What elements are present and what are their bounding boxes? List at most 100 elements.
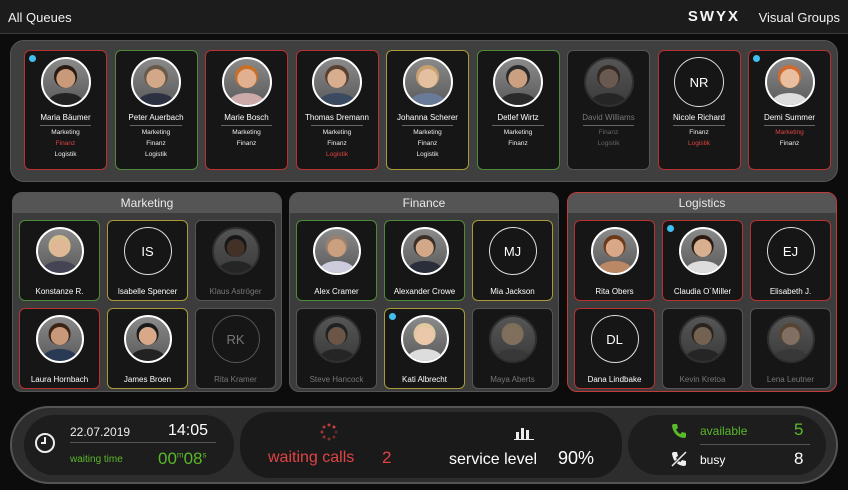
- spinner-icon: [320, 423, 338, 441]
- agent-name: Maya Aberts: [490, 375, 535, 384]
- agent-name: Dana Lindbake: [587, 375, 642, 384]
- phone-icon: [672, 424, 686, 438]
- divider: [311, 125, 363, 126]
- agent-card-kati-albrecht[interactable]: Kati Albrecht: [384, 308, 465, 389]
- agent-name: Nicole Richard: [672, 113, 726, 122]
- avatar-photo: [35, 227, 84, 275]
- agent-card-maria-baumer[interactable]: Maria Bäumer Marketing Finanz Logistik: [24, 50, 107, 170]
- agent-card-alexander-crowe[interactable]: Alexander Crowe: [384, 220, 465, 301]
- agent-card-lena-leutner[interactable]: Lena Leutner: [750, 308, 831, 389]
- agent-name: Konstanze R.: [35, 287, 84, 296]
- agent-card-demi-summer[interactable]: Demi Summer Marketing Finanz: [748, 50, 831, 170]
- divider: [220, 125, 273, 126]
- skill-label: Finanz: [689, 129, 709, 136]
- avatar-photo: [488, 315, 537, 363]
- skill-label: Marketing: [413, 129, 442, 136]
- agent-card-claudia-omiller[interactable]: Claudia O´Miller: [662, 220, 743, 301]
- available-label: available: [700, 424, 748, 438]
- skill-label: Logistik: [687, 140, 711, 147]
- service-level-value: 90%: [558, 448, 595, 468]
- status-bar: 22.07.2019 14:05 waiting time 00m08s wai…: [10, 406, 838, 484]
- avatar-photo: [312, 227, 361, 275]
- agent-name: Mia Jackson: [490, 287, 535, 296]
- avatar-photo: [211, 227, 260, 275]
- agent-card-detlef-wirtz[interactable]: Detlef Wirtz Marketing Finanz: [476, 50, 560, 170]
- agent-card-johanna-scherer[interactable]: Johanna Scherer Marketing Finanz Logistik: [386, 50, 469, 170]
- top-bar: All Queues SWYX Visual Groups: [0, 0, 848, 34]
- bar-chart-icon: [514, 428, 534, 440]
- avatar-photo: [131, 57, 181, 107]
- skill-label: Finanz: [327, 140, 347, 147]
- avatar-photo: [766, 315, 815, 363]
- agent-card-james-broen[interactable]: James Broen: [107, 308, 188, 389]
- skill-label: Finanz: [55, 140, 76, 147]
- group-title: Finance: [290, 193, 558, 213]
- status-dot: [389, 313, 396, 320]
- avatar-initials: MJ: [488, 227, 537, 275]
- agent-name: Peter Auerbach: [128, 113, 184, 122]
- agent-card-thomas-dremann[interactable]: Thomas Dremann Marketing Finanz Logistik: [295, 50, 379, 170]
- agent-name: Johanna Scherer: [397, 113, 458, 122]
- agent-card-dana-lindbake[interactable]: DL Dana Lindbake: [574, 308, 655, 389]
- skill-label: Marketing: [503, 129, 533, 136]
- agent-name: David Williams: [582, 113, 635, 122]
- agent-card-rita-obers[interactable]: Rita Obers: [574, 220, 655, 301]
- busy-phone-icon: [670, 450, 688, 468]
- status-dot: [753, 55, 760, 62]
- agent-card-rita-kramer[interactable]: RK Rita Kramer: [195, 308, 276, 389]
- status-dot: [667, 225, 674, 232]
- agent-card-alex-cramer[interactable]: Alex Cramer: [296, 220, 377, 301]
- agent-card-laura-hornbach[interactable]: Laura Hornbach: [19, 308, 100, 389]
- group-finance: Finance Alex Cramer Alexander Crowe MJ Mia …: [289, 192, 559, 392]
- skill-label: Logistik: [597, 140, 620, 147]
- agent-card-peter-auerbach[interactable]: Peter Auerbach Marketing Finanz Logistik: [114, 50, 198, 170]
- skill-label: Finanz: [598, 129, 619, 136]
- agent-card-steve-hancock[interactable]: Steve Hancock: [296, 308, 377, 389]
- divider: [763, 125, 816, 126]
- group-logistics: Logistics Rita Obers Claudia O´Miller EJ El…: [567, 192, 837, 392]
- divider: [130, 125, 182, 126]
- group-marketing: Marketing Konstanze R. IS Isabelle Spencer…: [12, 192, 282, 392]
- avatar-photo: [400, 315, 449, 363]
- skill-label: Finanz: [779, 140, 800, 147]
- date-value: 22.07.2019: [70, 425, 131, 439]
- agent-card-maya-aberts[interactable]: Maya Aberts: [472, 308, 553, 389]
- agent-name: James Broen: [123, 375, 172, 384]
- avatar-photo: [583, 57, 634, 107]
- avatar-photo: [493, 57, 543, 107]
- avatar-photo: [35, 315, 84, 363]
- agent-card-isabelle-spencer[interactable]: IS Isabelle Spencer: [107, 220, 188, 301]
- agent-card-david-williams[interactable]: David Williams Finanz Logistik: [567, 50, 650, 170]
- agent-card-klaus-astroger[interactable]: Klaus Aströger: [195, 220, 276, 301]
- brand-subtitle: Visual Groups: [758, 10, 840, 25]
- avatar-photo: [678, 227, 727, 275]
- clock-icon: [35, 433, 55, 453]
- divider: [401, 125, 454, 126]
- avatar-photo: [678, 315, 727, 363]
- agent-name: Maria Bäumer: [40, 113, 91, 122]
- skill-label: Logistik: [325, 151, 349, 158]
- skill-label: Marketing: [232, 129, 261, 136]
- avatar-photo: [402, 57, 453, 107]
- skill-label: Logistik: [54, 151, 77, 158]
- avatar-photo: [400, 227, 449, 275]
- skill-label: Finanz: [146, 140, 166, 147]
- brand-logo: SWYX: [687, 8, 740, 25]
- skill-label: Logistik: [144, 151, 168, 158]
- service-level-label: service level: [449, 451, 538, 468]
- agent-card-konstanze-r[interactable]: Konstanze R.: [19, 220, 100, 301]
- agent-name: Steve Hancock: [309, 375, 364, 384]
- avatar-initials: NR: [674, 57, 724, 107]
- group-title: Marketing: [13, 193, 281, 213]
- agent-name: Lena Leutner: [766, 375, 815, 384]
- agent-name: Kevin Kretoa: [679, 375, 726, 384]
- agent-name: Laura Hornbach: [30, 375, 89, 384]
- agent-card-elisabeth-j[interactable]: EJ Elisabeth J.: [750, 220, 831, 301]
- agent-card-kevin-kretoa[interactable]: Kevin Kretoa: [662, 308, 743, 389]
- agent-name: Alex Cramer: [314, 287, 359, 296]
- agent-card-nicole-richard[interactable]: NR Nicole Richard Finanz Logistik: [657, 50, 741, 170]
- avatar-photo: [312, 57, 362, 107]
- agent-name: Kati Albrecht: [402, 375, 447, 384]
- agent-card-marie-bosch[interactable]: Marie Bosch Marketing Finanz: [205, 50, 288, 170]
- agent-card-mia-jackson[interactable]: MJ Mia Jackson: [472, 220, 553, 301]
